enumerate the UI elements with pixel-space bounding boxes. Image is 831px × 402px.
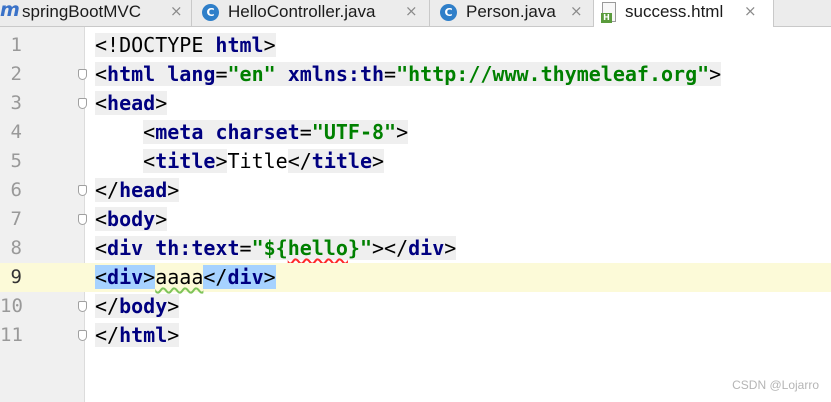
- code-line[interactable]: 1 <!DOCTYPE html>: [0, 31, 831, 60]
- code-line[interactable]: 3 <head>: [0, 89, 831, 118]
- java-class-icon: C: [202, 4, 219, 21]
- java-class-icon: C: [440, 4, 457, 21]
- code-line[interactable]: 5 <title>Title</title>: [0, 147, 831, 176]
- fold-marker-icon[interactable]: [78, 301, 87, 312]
- code-line[interactable]: 6 </head>: [0, 176, 831, 205]
- line-number: 9: [10, 266, 22, 288]
- line-number: 7: [10, 208, 22, 230]
- line-number: 11: [0, 324, 23, 346]
- fold-marker-icon[interactable]: [78, 330, 87, 341]
- line-number: 4: [10, 121, 22, 143]
- code-line[interactable]: 2 <html lang="en" xmlns:th="http://www.t…: [0, 60, 831, 89]
- line-number: 1: [10, 34, 22, 56]
- line-number: 10: [0, 295, 23, 317]
- tab-hellocontroller[interactable]: C HelloController.java ×: [192, 0, 430, 26]
- tab-label: success.html: [625, 2, 724, 21]
- tab-springbootmvc[interactable]: m springBootMVC ×: [0, 0, 192, 26]
- matched-tag-highlight: </div>: [203, 265, 276, 289]
- maven-module-icon: m: [0, 0, 20, 21]
- matched-tag-highlight: <div>: [95, 265, 156, 289]
- editor-tab-bar: m springBootMVC × C HelloController.java…: [0, 0, 831, 27]
- fold-marker-icon[interactable]: [78, 185, 87, 196]
- close-tab-icon[interactable]: ×: [744, 2, 757, 20]
- html-file-icon: H: [601, 2, 616, 23]
- code-line[interactable]: 8 <div th:text="${hello}"></div>: [0, 234, 831, 263]
- tab-success-html[interactable]: H success.html ×: [594, 0, 774, 27]
- line-number: 3: [10, 92, 22, 114]
- fold-marker-icon[interactable]: [78, 69, 87, 80]
- code-line[interactable]: 11 </html>: [0, 321, 831, 350]
- code-line[interactable]: 10 </body>: [0, 292, 831, 321]
- fold-marker-icon[interactable]: [78, 98, 87, 109]
- line-number: 8: [10, 237, 22, 259]
- watermark: CSDN @Lojarro: [732, 378, 819, 392]
- code-line[interactable]: 7 <body>: [0, 205, 831, 234]
- line-number: 5: [10, 150, 22, 172]
- close-tab-icon[interactable]: ×: [405, 2, 418, 20]
- tab-person[interactable]: C Person.java ×: [430, 0, 594, 26]
- line-number: 2: [10, 63, 22, 85]
- close-tab-icon[interactable]: ×: [570, 2, 583, 20]
- line-number: 6: [10, 179, 22, 201]
- typo-squiggle: aaaa: [155, 265, 204, 289]
- tab-label: HelloController.java: [228, 2, 376, 21]
- tab-label: springBootMVC: [22, 2, 142, 21]
- code-line[interactable]: 4 <meta charset="UTF-8">: [0, 118, 831, 147]
- tab-label: Person.java: [466, 2, 556, 21]
- unresolved-reference-squiggle: hello: [287, 236, 348, 260]
- fold-marker-icon[interactable]: [78, 214, 87, 225]
- code-line-current[interactable]: 9 <div>aaaa</div>: [0, 263, 831, 292]
- close-tab-icon[interactable]: ×: [170, 2, 183, 20]
